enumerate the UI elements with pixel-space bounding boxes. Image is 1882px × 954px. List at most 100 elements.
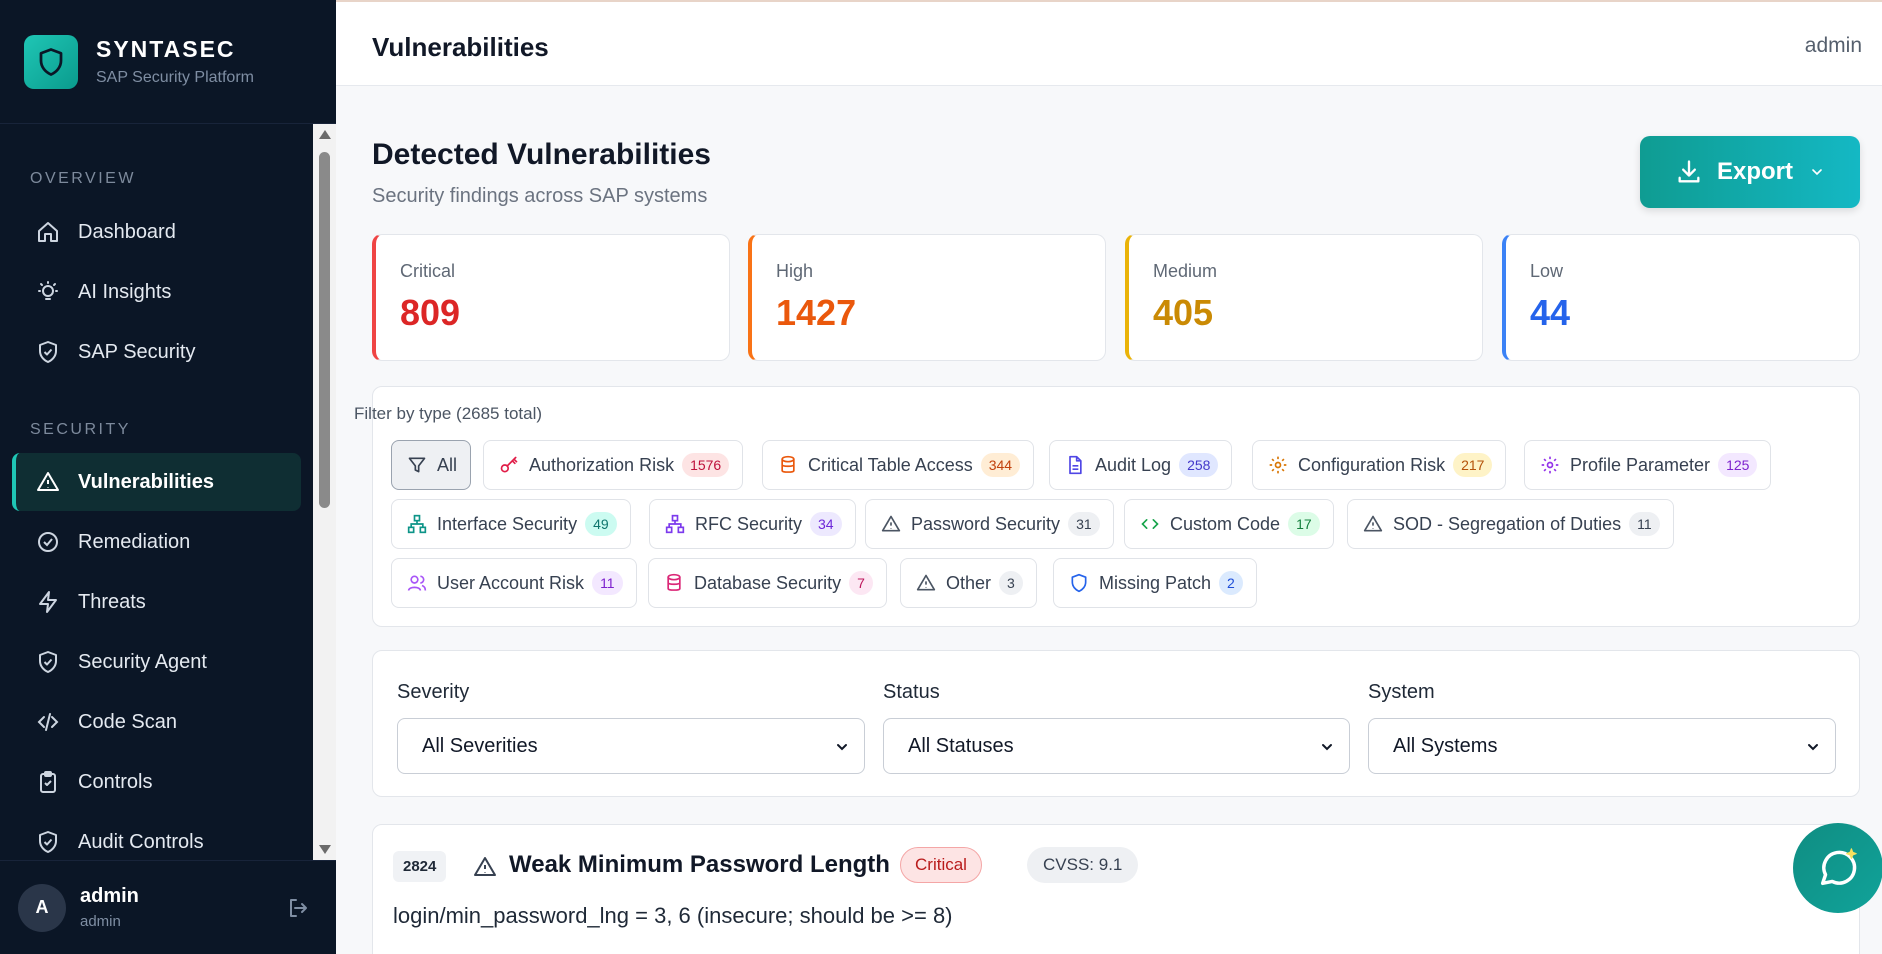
chip-count: 11 xyxy=(592,571,623,595)
logout-icon[interactable] xyxy=(286,896,310,920)
chevron-down-icon xyxy=(1808,744,1818,751)
filter-chip-critical-table-access[interactable]: Critical Table Access 344 xyxy=(762,440,1035,490)
chip-label: Critical Table Access xyxy=(808,454,973,475)
brand-subtitle: SAP Security Platform xyxy=(96,69,254,86)
user-profile: A admin admin xyxy=(0,860,336,954)
filter-chip-interface-security[interactable]: Interface Security 49 xyxy=(391,499,631,549)
sidebar-item-code-scan[interactable]: Code Scan xyxy=(12,693,301,751)
stat-card-high[interactable]: High 1427 xyxy=(748,234,1106,361)
filter-chip-all[interactable]: All xyxy=(391,440,472,490)
severity-select-value: All Severities xyxy=(422,734,538,757)
scroll-thumb[interactable] xyxy=(319,152,330,508)
sidebar-item-controls[interactable]: Controls xyxy=(12,753,301,811)
export-label: Export xyxy=(1716,158,1793,185)
scroll-up-arrow[interactable] xyxy=(319,130,331,139)
gear-icon xyxy=(1269,456,1287,474)
chip-label: Password Security xyxy=(911,513,1061,534)
database-icon xyxy=(667,573,681,591)
user-name: admin xyxy=(80,885,139,907)
filter-chip-user-account-risk[interactable]: User Account Risk 11 xyxy=(391,558,637,608)
system-select[interactable]: All Systems xyxy=(1368,718,1836,774)
database-icon xyxy=(781,455,795,473)
brand[interactable]: SYNTASEC SAP Security Platform xyxy=(0,0,336,124)
cvss-badge: CVSS: 9.1 xyxy=(1027,847,1139,883)
sidebar-item-security-agent[interactable]: Security Agent xyxy=(12,633,301,691)
filter-chip-password-security[interactable]: Password Security 31 xyxy=(865,499,1114,549)
chip-label: Custom Code xyxy=(1170,513,1281,534)
avatar[interactable]: A xyxy=(18,883,66,932)
lightbulb-icon xyxy=(38,281,58,300)
header-user[interactable]: admin xyxy=(1805,34,1862,58)
sidebar-item-remediation[interactable]: Remediation xyxy=(12,513,301,571)
vulnerability-description: login/min_password_lng = 3, 6 (insecure;… xyxy=(393,903,953,928)
chip-label: Configuration Risk xyxy=(1298,454,1446,475)
sidebar: SYNTASEC SAP Security Platform OVERVIEW … xyxy=(0,0,336,954)
sidebar-item-label: Controls xyxy=(78,770,153,793)
sidebar-item-label: Security Agent xyxy=(78,650,207,673)
sidebar-scrollbar[interactable] xyxy=(313,124,336,860)
stat-value: 44 xyxy=(1530,292,1571,333)
status-select-value: All Statuses xyxy=(908,734,1014,757)
section-label-overview: OVERVIEW xyxy=(30,170,136,187)
chip-label: Profile Parameter xyxy=(1570,454,1711,475)
page-title: Detected Vulnerabilities xyxy=(372,138,711,171)
sidebar-item-threats[interactable]: Threats xyxy=(12,573,301,631)
sidebar-item-label: Threats xyxy=(78,590,146,613)
chip-count: 125 xyxy=(1718,453,1758,477)
stat-value: 809 xyxy=(400,292,461,333)
chat-sparkle-icon xyxy=(1820,848,1857,886)
chip-count: 31 xyxy=(1068,512,1100,536)
filter-chip-custom-code[interactable]: Custom Code 17 xyxy=(1124,499,1334,549)
vulnerability-title[interactable]: Weak Minimum Password Length xyxy=(509,851,890,879)
warning-triangle-icon xyxy=(474,857,496,876)
stat-label: Critical xyxy=(400,261,456,281)
page-subtitle: Security findings across SAP systems xyxy=(372,185,708,207)
vulnerability-card[interactable]: 2824 Weak Minimum Password Length Critic… xyxy=(372,824,1860,954)
sidebar-item-ai-insights[interactable]: AI Insights xyxy=(12,263,301,321)
brand-name: SYNTASEC xyxy=(96,36,236,62)
export-button[interactable]: Export xyxy=(1640,136,1860,208)
chip-label: All xyxy=(437,454,458,475)
system-label: System xyxy=(1368,681,1435,703)
filter-chip-configuration-risk[interactable]: Configuration Risk 217 xyxy=(1252,440,1507,490)
chip-count: 217 xyxy=(1453,453,1493,477)
users-icon xyxy=(407,575,427,591)
filter-chip-other[interactable]: Other 3 xyxy=(900,558,1037,608)
chip-count: 2 xyxy=(1219,571,1243,595)
chip-label: Interface Security xyxy=(437,513,578,534)
network-icon xyxy=(407,514,427,534)
code-icon xyxy=(37,713,59,731)
network-icon xyxy=(665,514,685,534)
filter-chip-profile-parameter[interactable]: Profile Parameter 125 xyxy=(1524,440,1772,490)
sidebar-item-label: Remediation xyxy=(78,530,191,553)
stat-card-critical[interactable]: Critical 809 xyxy=(372,234,730,361)
filter-chip-rfc-security[interactable]: RFC Security 34 xyxy=(649,499,856,549)
filter-title: Filter by type (2685 total) xyxy=(354,404,543,423)
stat-label: Medium xyxy=(1153,261,1218,281)
status-select[interactable]: All Statuses xyxy=(883,718,1350,774)
chip-count: 17 xyxy=(1288,512,1320,536)
filter-chip-audit-log[interactable]: Audit Log 258 xyxy=(1049,440,1233,490)
chevron-down-icon xyxy=(1812,169,1822,176)
filter-chip-authorization-risk[interactable]: Authorization Risk 1576 xyxy=(483,440,744,490)
stat-card-medium[interactable]: Medium 405 xyxy=(1125,234,1483,361)
sidebar-item-label: Vulnerabilities xyxy=(78,470,214,493)
filter-chip-sod[interactable]: SOD - Segregation of Duties 11 xyxy=(1347,499,1674,549)
sidebar-item-dashboard[interactable]: Dashboard xyxy=(12,203,301,261)
chip-label: Authorization Risk xyxy=(529,454,675,475)
scroll-down-arrow[interactable] xyxy=(319,845,331,854)
severity-select[interactable]: All Severities xyxy=(397,718,865,774)
shield-check-icon xyxy=(39,831,57,853)
chip-count: 11 xyxy=(1629,512,1660,536)
sidebar-item-audit-controls[interactable]: Audit Controls xyxy=(12,813,301,860)
chip-count: 1576 xyxy=(682,453,730,477)
ai-chat-button[interactable] xyxy=(1793,823,1882,913)
stat-value: 405 xyxy=(1153,292,1214,333)
stat-card-low[interactable]: Low 44 xyxy=(1502,234,1860,361)
filter-chip-missing-patch[interactable]: Missing Patch 2 xyxy=(1053,558,1257,608)
sidebar-item-label: Dashboard xyxy=(78,220,176,243)
sidebar-item-sap-security[interactable]: SAP Security xyxy=(12,323,301,381)
filter-chip-database-security[interactable]: Database Security 7 xyxy=(648,558,887,608)
warning-triangle-icon xyxy=(37,472,59,491)
sidebar-item-vulnerabilities[interactable]: Vulnerabilities xyxy=(12,453,301,511)
